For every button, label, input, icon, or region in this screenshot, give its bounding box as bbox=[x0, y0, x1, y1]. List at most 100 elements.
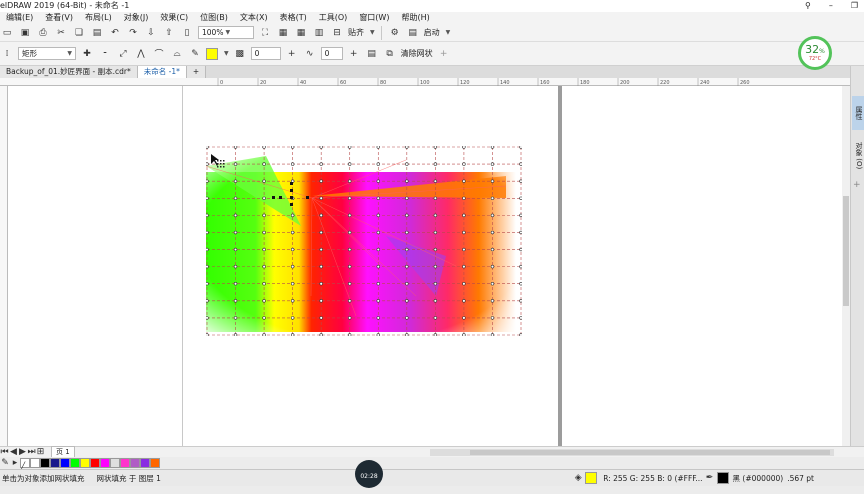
mesh-node[interactable] bbox=[348, 247, 352, 252]
mesh-node[interactable] bbox=[405, 179, 409, 183]
mesh-node[interactable] bbox=[519, 316, 522, 320]
mesh-node[interactable] bbox=[490, 316, 495, 320]
mesh-node[interactable] bbox=[206, 247, 209, 252]
mesh-node[interactable] bbox=[405, 299, 409, 303]
mesh-node[interactable] bbox=[490, 213, 495, 218]
mesh-node[interactable] bbox=[376, 282, 380, 286]
mesh-node[interactable] bbox=[405, 230, 409, 235]
import-icon[interactable]: ⇩ bbox=[144, 26, 158, 40]
plus-icon[interactable]: + bbox=[437, 47, 451, 61]
mesh-node[interactable] bbox=[319, 196, 323, 200]
mesh-node[interactable] bbox=[290, 299, 295, 303]
mesh-node[interactable] bbox=[376, 162, 380, 166]
mesh-node[interactable] bbox=[319, 299, 323, 303]
snap-icon[interactable]: ⊟ bbox=[330, 26, 344, 40]
mesh-node[interactable] bbox=[206, 196, 209, 200]
smooth-mesh-icon[interactable]: ▤ bbox=[365, 47, 379, 61]
mesh-node[interactable] bbox=[233, 316, 238, 320]
symmetric-node-icon[interactable]: ⌓ bbox=[170, 47, 184, 61]
print-icon[interactable]: ⎙ bbox=[36, 26, 50, 40]
mesh-node[interactable] bbox=[376, 196, 380, 200]
mesh-node[interactable] bbox=[519, 162, 522, 166]
new-tab-button[interactable]: + bbox=[186, 66, 207, 78]
mesh-node[interactable] bbox=[233, 299, 238, 303]
save-icon[interactable]: ▣ bbox=[18, 26, 32, 40]
mesh-node[interactable] bbox=[262, 299, 266, 303]
mesh-node[interactable] bbox=[233, 282, 238, 286]
mesh-node[interactable] bbox=[233, 333, 238, 336]
mesh-node[interactable] bbox=[290, 213, 295, 218]
mesh-node[interactable] bbox=[206, 146, 209, 149]
horizontal-scrollbar[interactable] bbox=[430, 449, 834, 456]
mesh-node[interactable] bbox=[490, 282, 495, 286]
mesh-node[interactable] bbox=[462, 179, 466, 183]
mesh-node[interactable] bbox=[290, 247, 295, 252]
mesh-node[interactable] bbox=[490, 299, 495, 303]
mesh-node[interactable] bbox=[376, 316, 380, 320]
mesh-node[interactable] bbox=[233, 162, 238, 166]
mesh-node[interactable] bbox=[519, 282, 522, 286]
mesh-node[interactable] bbox=[206, 333, 209, 336]
delete-node-icon[interactable]: ⁃ bbox=[98, 47, 112, 61]
mesh-node[interactable] bbox=[433, 282, 438, 286]
mesh-node[interactable] bbox=[319, 162, 323, 166]
mesh-node[interactable] bbox=[233, 179, 238, 183]
cusp-node-icon[interactable]: ⋀ bbox=[134, 47, 148, 61]
rulers-icon[interactable]: ▦ bbox=[276, 26, 290, 40]
mesh-node[interactable] bbox=[519, 179, 522, 183]
mesh-node[interactable] bbox=[233, 213, 238, 218]
mesh-node[interactable] bbox=[405, 162, 409, 166]
color-swatch[interactable] bbox=[130, 458, 140, 468]
add-docker-icon[interactable]: + bbox=[853, 180, 861, 190]
guidelines-icon[interactable]: ▥ bbox=[312, 26, 326, 40]
gear-icon[interactable]: ⚙ bbox=[388, 26, 402, 40]
open-icon[interactable]: ▭ bbox=[0, 26, 14, 40]
color-swatch[interactable] bbox=[140, 458, 150, 468]
color-swatch[interactable] bbox=[120, 458, 130, 468]
mesh-node[interactable] bbox=[262, 146, 266, 149]
mesh-node[interactable] bbox=[433, 230, 438, 235]
scrollbar-thumb[interactable] bbox=[843, 196, 849, 306]
mesh-node[interactable] bbox=[262, 230, 266, 235]
outline-color-swatch[interactable] bbox=[716, 472, 729, 484]
horizontal-ruler[interactable]: 0 20 40 60 80 100 120 140 160 180 200 220 240 260 bbox=[0, 78, 850, 86]
mesh-node[interactable] bbox=[376, 146, 380, 149]
menu-view[interactable]: 查看(V) bbox=[39, 12, 79, 24]
menu-tools[interactable]: 工具(O) bbox=[313, 12, 354, 24]
mesh-fill-color-swatch[interactable] bbox=[206, 47, 218, 60]
mesh-node[interactable] bbox=[319, 316, 323, 320]
mesh-node[interactable] bbox=[290, 146, 295, 149]
paste-icon[interactable]: ▤ bbox=[90, 26, 104, 40]
mesh-node[interactable] bbox=[319, 213, 323, 218]
minimize-button[interactable]: – bbox=[829, 0, 833, 12]
mesh-node[interactable] bbox=[262, 162, 266, 166]
mesh-node[interactable] bbox=[376, 333, 380, 336]
mesh-node[interactable] bbox=[262, 247, 266, 252]
mesh-node[interactable] bbox=[206, 230, 209, 235]
mesh-node[interactable] bbox=[519, 196, 522, 200]
mesh-node[interactable] bbox=[462, 230, 466, 235]
palette-menu-icon[interactable]: ▸ bbox=[10, 456, 20, 470]
menu-text[interactable]: 文本(X) bbox=[234, 12, 274, 24]
cut-icon[interactable]: ✂ bbox=[54, 26, 68, 40]
mesh-node[interactable] bbox=[290, 316, 295, 320]
mesh-node[interactable] bbox=[462, 146, 466, 149]
mesh-node[interactable] bbox=[462, 282, 466, 286]
mesh-node[interactable] bbox=[348, 146, 352, 149]
mesh-node[interactable] bbox=[433, 162, 438, 166]
clear-mesh-icon[interactable]: ⧉ bbox=[383, 47, 397, 61]
color-swatch[interactable] bbox=[50, 458, 60, 468]
mesh-node[interactable] bbox=[405, 196, 409, 200]
chevron-down-icon[interactable]: ▼ bbox=[446, 29, 451, 36]
mesh-node[interactable] bbox=[206, 264, 209, 269]
mesh-node[interactable] bbox=[206, 213, 209, 218]
vertical-ruler[interactable] bbox=[0, 86, 8, 446]
menu-object[interactable]: 对象(J) bbox=[118, 12, 155, 24]
eyedropper-icon[interactable]: ✎ bbox=[0, 456, 10, 470]
mesh-node[interactable] bbox=[348, 230, 352, 235]
mesh-node[interactable] bbox=[262, 196, 266, 200]
mesh-node[interactable] bbox=[519, 247, 522, 252]
smooth-node-icon[interactable]: ⌒ bbox=[152, 47, 166, 61]
mesh-node[interactable] bbox=[433, 316, 438, 320]
mesh-node[interactable] bbox=[319, 146, 323, 149]
